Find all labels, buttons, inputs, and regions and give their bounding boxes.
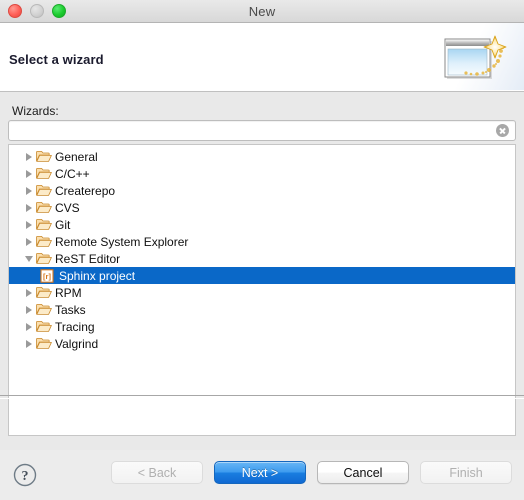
wizard-filter-field[interactable] (8, 120, 516, 141)
svg-text:[r]: [r] (43, 272, 51, 281)
folder-icon (36, 185, 52, 196)
folder-icon (36, 338, 52, 349)
window-title: New (248, 3, 276, 19)
window-titlebar: New (0, 0, 524, 23)
tree-item-tracing[interactable]: Tracing (9, 318, 515, 335)
wizard-banner (428, 23, 524, 90)
chevron-right-icon[interactable] (23, 167, 36, 180)
next-button[interactable]: Next > (214, 461, 306, 484)
tree-item-rpm[interactable]: RPM (9, 284, 515, 301)
folder-icon (36, 168, 52, 179)
close-button-icon[interactable] (8, 4, 22, 18)
dialog-button-row: < Back Next > Cancel Finish (111, 461, 512, 484)
folder-icon (36, 219, 52, 230)
minimize-button-icon[interactable] (30, 4, 44, 18)
chevron-right-icon[interactable] (23, 201, 36, 214)
chevron-right-icon[interactable] (23, 303, 36, 316)
tree-item-rest-editor[interactable]: ReST Editor (9, 250, 515, 267)
new-wizard-dialog: New Select a wizard Wizards: General C/C… (0, 0, 524, 500)
chevron-down-icon[interactable] (23, 252, 36, 265)
tree-item-label: ReST Editor (55, 251, 121, 266)
finish-button: Finish (420, 461, 512, 484)
tree-item-git[interactable]: Git (9, 216, 515, 233)
folder-icon (36, 304, 52, 315)
search-input[interactable] (9, 122, 496, 139)
chevron-right-icon[interactable] (23, 184, 36, 197)
footer-separator (0, 395, 524, 399)
svg-text:?: ? (22, 469, 29, 484)
tree-item-c-c[interactable]: C/C++ (9, 165, 515, 182)
dialog-body: Wizards: General C/C++ Createrepo CVS Git Rem… (0, 92, 524, 450)
tree-item-cvs[interactable]: CVS (9, 199, 515, 216)
back-button: < Back (111, 461, 203, 484)
tree-item-label: Git (55, 217, 71, 232)
tree-item-label: Remote System Explorer (55, 234, 189, 249)
chevron-right-icon[interactable] (23, 337, 36, 350)
clear-search-icon[interactable] (496, 124, 509, 137)
folder-icon (36, 253, 52, 264)
tree-item-sphinx-project[interactable]: [r] Sphinx project (9, 267, 515, 284)
tree-item-label: Sphinx project (59, 268, 136, 283)
tree-item-label: C/C++ (55, 166, 90, 181)
folder-icon (36, 151, 52, 162)
cancel-button[interactable]: Cancel (317, 461, 409, 484)
tree-item-remote-system-explorer[interactable]: Remote System Explorer (9, 233, 515, 250)
tree-item-label: RPM (55, 285, 82, 300)
chevron-right-icon[interactable] (23, 235, 36, 248)
folder-icon (36, 202, 52, 213)
window-controls (8, 0, 66, 22)
tree-item-label: Createrepo (55, 183, 116, 198)
chevron-right-icon[interactable] (23, 218, 36, 231)
chevron-right-icon[interactable] (23, 150, 36, 163)
tree-item-tasks[interactable]: Tasks (9, 301, 515, 318)
zoom-button-icon[interactable] (52, 4, 66, 18)
tree-item-label: Tracing (55, 319, 95, 334)
page-title: Select a wizard (9, 52, 104, 67)
wizard-tree-list[interactable]: General C/C++ Createrepo CVS Git Remote Syste… (9, 145, 515, 435)
wizards-label: Wizards: (12, 104, 59, 118)
chevron-right-icon[interactable] (23, 286, 36, 299)
tree-item-label: CVS (55, 200, 80, 215)
rest-document-icon: [r] (40, 268, 54, 283)
help-button-icon[interactable]: ? (13, 463, 37, 487)
chevron-right-icon[interactable] (23, 320, 36, 333)
tree-item-createrepo[interactable]: Createrepo (9, 182, 515, 199)
wizard-window-sparkle-icon (444, 35, 507, 79)
dialog-footer: ? < Back Next > Cancel Finish (0, 450, 524, 500)
wizard-tree[interactable]: General C/C++ Createrepo CVS Git Remote Syste… (8, 144, 516, 436)
tree-item-general[interactable]: General (9, 148, 515, 165)
tree-item-label: Valgrind (55, 336, 99, 351)
tree-item-label: General (55, 149, 98, 164)
folder-icon (36, 287, 52, 298)
tree-item-valgrind[interactable]: Valgrind (9, 335, 515, 352)
wizard-header: Select a wizard (0, 23, 524, 92)
folder-icon (36, 236, 52, 247)
tree-item-label: Tasks (55, 302, 86, 317)
folder-icon (36, 321, 52, 332)
